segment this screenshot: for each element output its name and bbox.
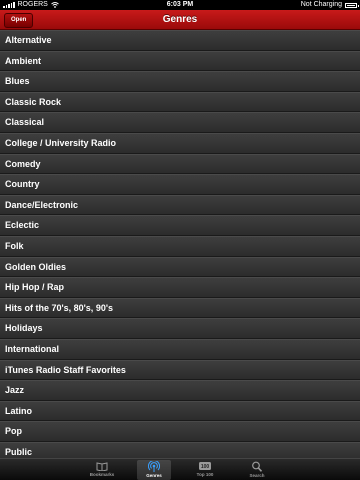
genre-row[interactable]: Alternative	[0, 30, 360, 51]
tab-search[interactable]: Search	[240, 460, 274, 480]
genre-list[interactable]: Alternative Ambient Blues Classic Rock Class…	[0, 30, 360, 460]
genre-row[interactable]: Ambient	[0, 50, 360, 72]
tab-top-100[interactable]: 100 Top 100	[188, 460, 222, 480]
genre-row[interactable]: Blues	[0, 71, 360, 92]
genre-row[interactable]: Pop	[0, 421, 360, 442]
broadcast-icon	[148, 461, 160, 472]
genre-row[interactable]: Comedy	[0, 153, 360, 175]
genre-row[interactable]: College / University Radio	[0, 132, 360, 154]
open-button[interactable]: Open	[4, 13, 34, 28]
genre-row[interactable]: Country	[0, 174, 360, 195]
top100-badge-text: 100	[201, 464, 210, 470]
genre-row[interactable]: Folk	[0, 235, 360, 257]
tab-label: Top 100	[196, 472, 214, 477]
search-icon	[252, 461, 263, 472]
tab-label: Search	[249, 473, 265, 478]
charging-status: Not Charging	[300, 1, 342, 8]
genre-row[interactable]: Eclectic	[0, 215, 360, 236]
tab-label: Bookmarks	[89, 472, 115, 477]
status-bar: ROGERS 6:03 PM Not Charging	[0, 0, 360, 10]
genre-row[interactable]: Classic Rock	[0, 91, 360, 113]
genre-row[interactable]: Latino	[0, 400, 360, 422]
genre-row[interactable]: Classical	[0, 112, 360, 133]
genre-row[interactable]: Dance/Electronic	[0, 194, 360, 216]
nav-bar: Genres Open	[0, 10, 360, 30]
battery-icon	[345, 2, 359, 8]
genre-row[interactable]: Hip Hop / Rap	[0, 277, 360, 298]
book-icon	[96, 462, 108, 471]
tab-label: Genres	[146, 473, 162, 478]
genre-row[interactable]: Golden Oldies	[0, 256, 360, 278]
tab-bar: Bookmarks Genres 100 Top 100 Search	[0, 458, 360, 480]
tab-bookmarks[interactable]: Bookmarks	[85, 460, 119, 480]
genre-row[interactable]: Holidays	[0, 318, 360, 339]
tab-genres[interactable]: Genres	[137, 460, 171, 480]
genre-row[interactable]: International	[0, 338, 360, 360]
page-title: Genres	[162, 14, 198, 25]
genre-row[interactable]: Hits of the 70's, 80's, 90's	[0, 297, 360, 319]
status-right: Not Charging	[300, 0, 359, 10]
genre-row[interactable]: Jazz	[0, 380, 360, 401]
top100-icon: 100	[199, 462, 211, 470]
genre-row[interactable]: iTunes Radio Staff Favorites	[0, 359, 360, 381]
